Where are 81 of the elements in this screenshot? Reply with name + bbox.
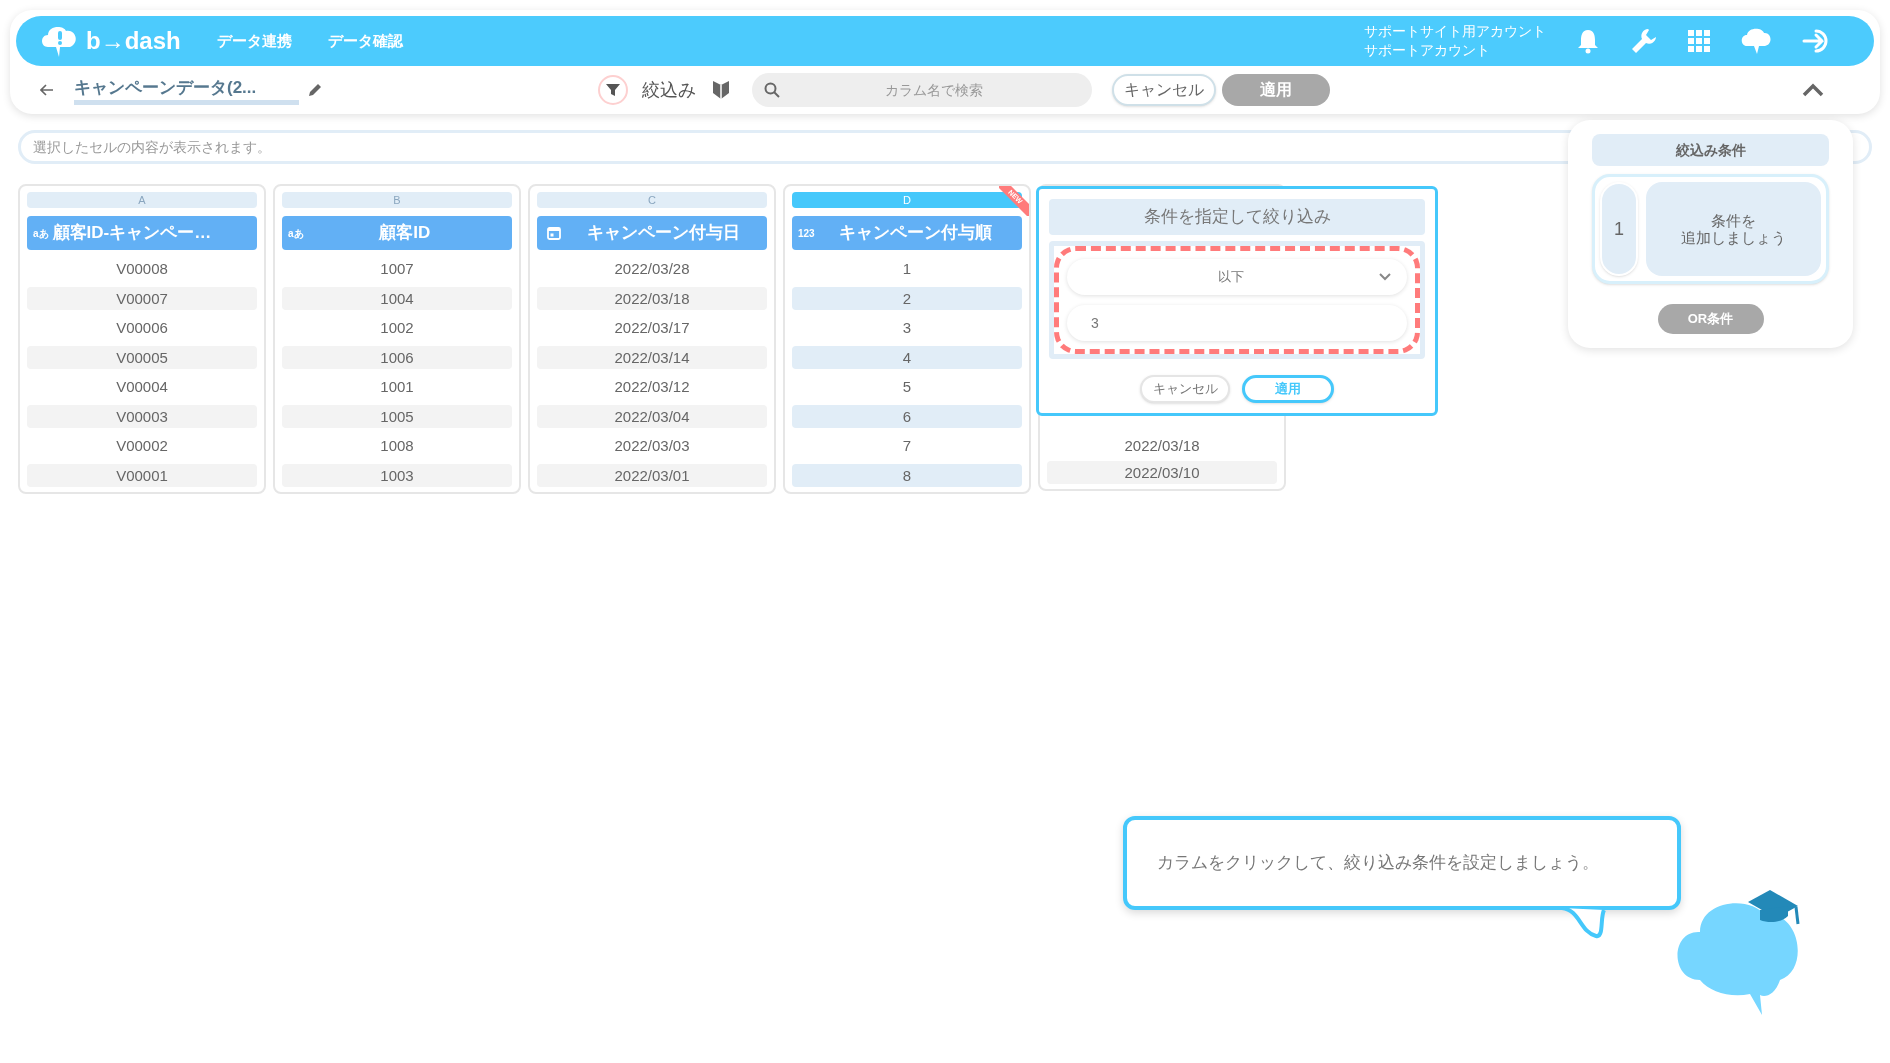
table-cell: 8 — [792, 463, 1022, 487]
table-cell-text: 2022/03/12 — [613, 377, 691, 397]
tip-text: カラムをクリックして、絞り込み条件を設定しましょう。 — [1157, 852, 1599, 875]
table-cell-text: 1007 — [379, 259, 415, 279]
logo-text[interactable]: b→dash — [86, 23, 181, 59]
table-cell: V00005 — [27, 345, 257, 369]
operator-select[interactable]: 以下 — [1067, 259, 1407, 295]
table-cell-text: 7 — [901, 436, 913, 456]
chevron-down-icon — [1379, 273, 1391, 281]
table-cell-text: V00008 — [115, 259, 169, 279]
search-icon — [764, 82, 780, 98]
table-cell: 2022/03/01 — [537, 463, 767, 487]
column-letter[interactable]: B — [282, 192, 512, 208]
column-name: キャンペーン付与順 — [837, 222, 993, 245]
column-header[interactable]: キャンペーン付与日 — [537, 216, 767, 250]
cell-content-placeholder: 選択したセルの内容が表示されます。 — [33, 137, 271, 157]
table-cell: V00003 — [27, 404, 257, 428]
collapse-chevron-icon[interactable] — [1802, 83, 1824, 97]
column-name: 顧客ID — [378, 222, 432, 245]
account-name: サポートサイト用アカウント — [1364, 22, 1546, 41]
beginner-mark-icon[interactable] — [712, 80, 730, 100]
column-name: 顧客ID-キャンペー… — [52, 222, 213, 245]
or-condition-button[interactable]: OR条件 — [1657, 304, 1764, 334]
popover-cancel-button[interactable]: キャンセル — [1140, 375, 1230, 403]
column-letter[interactable]: A — [27, 192, 257, 208]
table-cell-text: 2022/03/03 — [613, 436, 691, 456]
table-cell-text: V00004 — [115, 377, 169, 397]
nav-link[interactable]: データ連携 — [216, 29, 292, 53]
add-condition-text: 追加しましょう — [1681, 229, 1786, 246]
search-field[interactable]: カラム名で検索 — [752, 73, 1092, 107]
column-name: キャンペーン付与日 — [586, 222, 741, 245]
table-cell: V00001 — [27, 463, 257, 487]
table-cell-text: 1008 — [379, 436, 415, 456]
calendar-icon — [546, 225, 562, 241]
popover-apply-button[interactable]: 適用 — [1242, 375, 1334, 403]
table-cell: 6 — [792, 404, 1022, 428]
table-cell-text: 2022/03/18 — [1123, 436, 1201, 456]
column-header[interactable]: aあ 顧客ID-キャンペー… — [27, 216, 257, 250]
table-cell: 1005 — [282, 404, 512, 428]
type-icon: aあ — [33, 225, 49, 241]
panel-title: 絞込み条件 — [1592, 134, 1829, 166]
table-cell: 4 — [792, 345, 1022, 369]
table-cell-text: V00006 — [115, 318, 169, 338]
table-cell: 1003 — [282, 463, 512, 487]
add-condition-text: 条件を — [1711, 212, 1756, 229]
dataset-title[interactable]: キャンペーンデータ(2... — [74, 75, 299, 105]
filter-label: 絞込み — [642, 78, 696, 102]
column-letter[interactable]: C — [537, 192, 767, 208]
table-cell: 2022/03/18 — [537, 286, 767, 310]
filter-button[interactable] — [598, 75, 628, 105]
table-cell-text: 1001 — [379, 377, 415, 397]
account-name: サポートアカウント — [1364, 41, 1491, 60]
table-cell: 2022/03/04 — [537, 404, 767, 428]
table-cell: 2022/03/10 — [1047, 460, 1277, 484]
column-header[interactable]: aあ 顧客ID — [282, 216, 512, 250]
group-index: 1 — [1600, 182, 1638, 276]
cancel-button[interactable]: キャンセル — [1112, 74, 1216, 106]
table-cell: 1004 — [282, 286, 512, 310]
table-cell-text: 2022/03/17 — [613, 318, 691, 338]
add-condition-area[interactable]: 条件を 追加しましょう — [1646, 182, 1821, 276]
popover-title: 条件を指定して絞り込み — [1049, 199, 1425, 235]
apply-button[interactable]: 適用 — [1222, 74, 1330, 106]
table-cell: V00007 — [27, 286, 257, 310]
table-cell-text: 2022/03/28 — [613, 259, 691, 279]
condition-editor[interactable]: 以下 3 — [1054, 246, 1420, 354]
type-icon: 123 — [798, 225, 815, 241]
type-icon: aあ — [288, 225, 304, 241]
nav-link[interactable]: データ確認 — [327, 29, 403, 53]
filter-icon — [605, 82, 621, 98]
table-cell: 2022/03/14 — [537, 345, 767, 369]
table-cell-text: 5 — [901, 377, 913, 397]
pencil-icon[interactable] — [307, 82, 323, 98]
value-field[interactable]: 3 — [1067, 305, 1407, 341]
column-header[interactable]: 123 キャンペーン付与順 — [792, 216, 1022, 250]
table-cell-text: 1 — [901, 259, 913, 279]
table-cell: 1006 — [282, 345, 512, 369]
table-cell-text: V00002 — [115, 436, 169, 456]
table-cell-text: 1002 — [379, 318, 415, 338]
table-cell-text: 3 — [901, 318, 913, 338]
back-arrow-icon[interactable] — [40, 84, 54, 96]
table-cell: 2 — [792, 286, 1022, 310]
